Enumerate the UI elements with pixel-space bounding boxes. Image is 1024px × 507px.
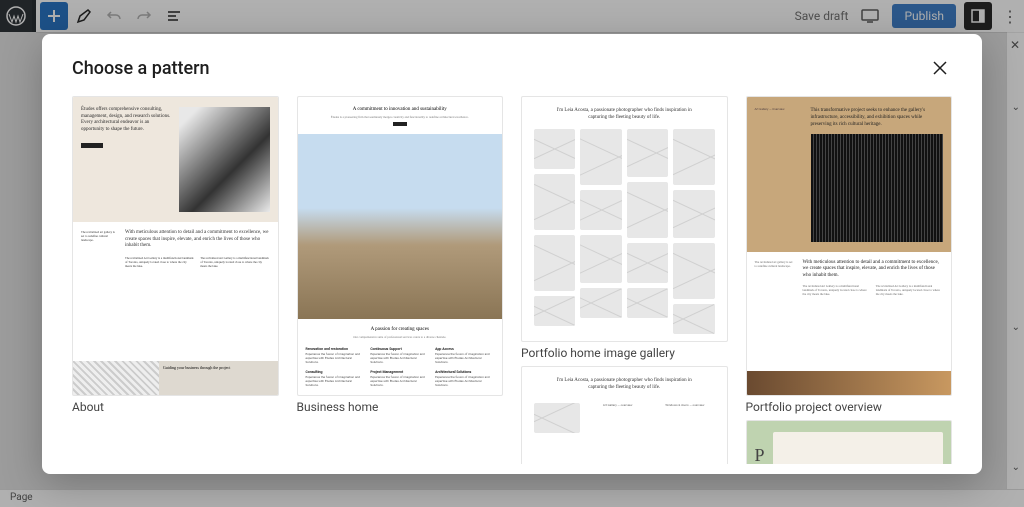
pattern-label: About — [72, 400, 279, 414]
pattern-label: Business home — [297, 400, 504, 414]
pattern-card-portfolio-with-image[interactable]: I'm Leia Acosta, a passionate photograph… — [521, 366, 728, 464]
pattern-intro-text: I'm Leia Acosta, a passionate photograph… — [534, 107, 715, 129]
pattern-heading: A passion for creating spaces — [328, 327, 473, 332]
cta-button-icon — [393, 122, 407, 126]
pattern-card-portfolio-index[interactable]: P — [746, 420, 953, 464]
pattern-initial-cap: P — [755, 445, 765, 465]
pattern-body-headline: With meticulous attention to detail and … — [125, 230, 270, 250]
pattern-image-placeholder — [534, 403, 580, 433]
pattern-image-placeholder — [73, 361, 159, 395]
modal-close-button[interactable] — [928, 56, 952, 80]
pattern-card-about[interactable]: Études offers comprehensive consulting, … — [72, 96, 279, 414]
pattern-preview: Études offers comprehensive consulting, … — [72, 96, 279, 396]
pattern-label: Portfolio home image gallery — [521, 346, 728, 360]
pattern-preview: I'm Leia Acosta, a passionate photograph… — [521, 96, 728, 342]
pattern-preview: Art Gallery — Overview This transformati… — [746, 96, 953, 396]
pattern-image-placeholder — [773, 432, 943, 464]
pattern-card-project-overview[interactable]: Art Gallery — Overview This transformati… — [746, 96, 953, 414]
pattern-image-placeholder — [811, 134, 944, 242]
pattern-preview: P — [746, 420, 953, 464]
pattern-caption: The revitalized art gallery is set to re… — [755, 260, 795, 363]
pattern-grid: Études offers comprehensive consulting, … — [72, 96, 952, 464]
pattern-foot-headline: Guiding your business through the projec… — [159, 361, 278, 395]
pattern-hero-text: Études offers comprehensive consulting, … — [81, 107, 171, 133]
pattern-caption: The revitalized art gallery is set to re… — [81, 230, 117, 353]
pattern-feature-grid: Renovation and restorationExperience the… — [298, 343, 503, 395]
pattern-label: Portfolio project overview — [746, 400, 953, 414]
pattern-caption: Art Gallery — Overview — [755, 107, 803, 242]
pattern-heading: A commitment to innovation and sustainab… — [328, 107, 473, 112]
modal-title: Choose a pattern — [72, 58, 210, 79]
pattern-body-headline: With meticulous attention to detail and … — [803, 260, 944, 280]
pattern-intro-text: I'm Leia Acosta, a passionate photograph… — [534, 377, 715, 397]
pattern-card-business-home[interactable]: A commitment to innovation and sustainab… — [297, 96, 504, 414]
pattern-image-placeholder — [298, 134, 503, 319]
pattern-modal: Choose a pattern Études offers comprehen… — [42, 34, 982, 474]
pattern-hero-text: This transformative project seeks to enh… — [811, 107, 944, 134]
cta-button-icon — [81, 143, 103, 148]
pattern-image-placeholder — [747, 371, 952, 395]
modal-backdrop: Choose a pattern Études offers comprehen… — [0, 0, 1024, 507]
pattern-card-portfolio-gallery[interactable]: I'm Leia Acosta, a passionate photograph… — [521, 96, 728, 360]
pattern-preview: A commitment to innovation and sustainab… — [297, 96, 504, 396]
pattern-image-placeholder — [179, 107, 269, 212]
pattern-preview: I'm Leia Acosta, a passionate photograph… — [521, 366, 728, 464]
